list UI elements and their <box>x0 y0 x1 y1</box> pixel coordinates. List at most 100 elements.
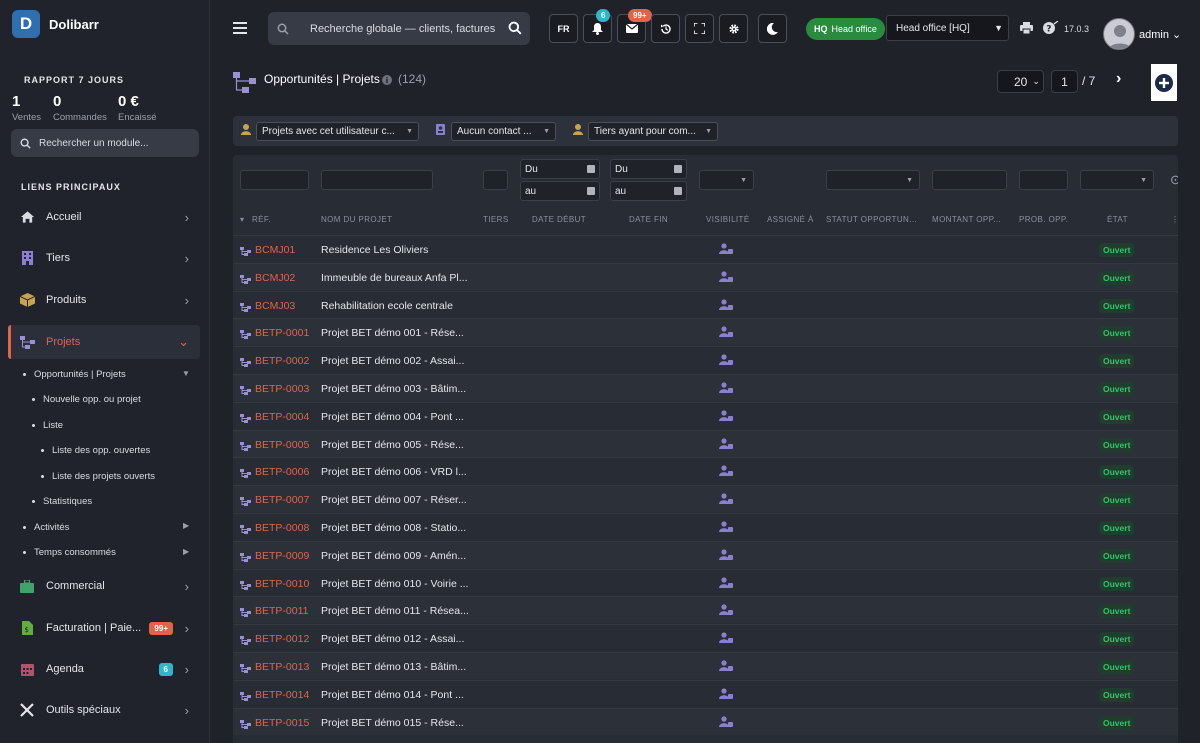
filter-user-select[interactable]: Projets avec cet utilisateur c... ▼ <box>256 122 419 141</box>
add-project-button[interactable] <box>1151 64 1177 101</box>
filter-amount-input[interactable] <box>932 170 1007 190</box>
col-opp-status[interactable]: STATUT OPPORTUN... <box>826 215 917 224</box>
table-row[interactable]: BETP-0006 Projet BET démo 006 - VRD l... O… <box>233 457 1178 484</box>
project-ref-link[interactable]: BETP-0007 <box>255 494 309 506</box>
info-icon[interactable] <box>382 74 392 88</box>
project-ref-link[interactable]: BETP-0005 <box>255 439 309 451</box>
history-button[interactable] <box>651 14 680 43</box>
sidebar-item-facturation[interactable]: $ Facturation | Paie... 99+ › <box>8 611 200 645</box>
filter-name-input[interactable] <box>321 170 433 190</box>
table-row[interactable]: BETP-0003 Projet BET démo 003 - Bâtim... O… <box>233 374 1178 401</box>
subnav-opportunites[interactable]: Opportunités | Projets <box>23 369 126 380</box>
project-ref-link[interactable]: BETP-0012 <box>255 633 309 645</box>
filter-start-to-input[interactable]: au <box>520 181 600 201</box>
subnav-liste-projets-ouverts[interactable]: Liste des projets ouverts <box>41 471 155 482</box>
subnav-activites[interactable]: Activités <box>23 522 69 533</box>
col-opp-prob[interactable]: PROB. OPP. <box>1019 215 1068 224</box>
filter-status-select[interactable]: ▼ <box>1080 170 1154 190</box>
table-row[interactable]: BETP-0011 Projet BET démo 011 - Résea... O… <box>233 596 1178 624</box>
calendar-icon[interactable] <box>674 165 682 173</box>
col-date-end[interactable]: DATE FIN <box>629 215 668 224</box>
page-size-select[interactable]: 20 ⌄ <box>997 70 1044 93</box>
col-date-start[interactable]: DATE DÉBUT <box>532 215 586 224</box>
sidebar-item-produits[interactable]: Produits › <box>8 283 200 317</box>
next-page-icon[interactable]: › <box>1116 70 1121 88</box>
table-row[interactable]: BETP-0002 Projet BET démo 002 - Assai... O… <box>233 346 1178 373</box>
calendar-icon[interactable] <box>587 165 595 173</box>
filter-start-from-input[interactable]: Du <box>520 159 600 179</box>
col-name[interactable]: NOM DU PROJET <box>321 215 392 224</box>
project-ref-link[interactable]: BCMJ03 <box>255 300 295 312</box>
table-row[interactable]: BETP-0009 Projet BET démo 009 - Amén... Ou… <box>233 540 1178 568</box>
project-ref-link[interactable]: BETP-0008 <box>255 522 309 534</box>
col-visibility[interactable]: VISIBILITÉ <box>706 215 750 224</box>
sort-caret-icon[interactable]: ▾ <box>240 215 244 224</box>
project-ref-link[interactable]: BETP-0009 <box>255 550 309 562</box>
subnav-nouvelle[interactable]: Nouvelle opp. ou projet <box>32 394 141 405</box>
table-row[interactable]: BCMJ03 Rehabilitation ecole centrale Ouver… <box>233 290 1178 318</box>
project-ref-link[interactable]: BETP-0011 <box>255 605 309 617</box>
dark-mode-button[interactable] <box>758 14 787 43</box>
entity-select[interactable]: Head office [HQ] ▼ <box>886 15 1009 41</box>
col-tiers[interactable]: TIERS <box>483 215 509 224</box>
col-status[interactable]: ÉTAT <box>1107 215 1128 224</box>
table-row[interactable]: BETP-0005 Projet BET démo 005 - Rése... Ou… <box>233 429 1178 457</box>
stat-encaisse[interactable]: 0 € Encaissé <box>118 93 157 123</box>
project-ref-link[interactable]: BETP-0010 <box>255 578 309 590</box>
table-row[interactable]: BCMJ01 Residence Les Oliviers Ouvert <box>233 235 1178 262</box>
search-icon[interactable]: ⊙ <box>1170 172 1178 188</box>
stat-commandes[interactable]: 0 Commandes <box>53 93 107 123</box>
subnav-statistiques[interactable]: Statistiques <box>32 496 92 507</box>
settings-button[interactable] <box>719 14 748 43</box>
global-search-input[interactable]: Recherche globale — clients, factures <box>268 12 530 45</box>
filter-contact-select[interactable]: Aucun contact ... ▼ <box>451 122 556 141</box>
calendar-icon[interactable] <box>674 187 682 195</box>
help-icon[interactable]: ? <box>1043 20 1059 38</box>
search-submit-icon[interactable] <box>508 21 522 38</box>
project-ref-link[interactable]: BETP-0006 <box>255 466 309 478</box>
table-row[interactable]: BETP-0010 Projet BET démo 010 - Voirie ..… <box>233 568 1178 596</box>
caret-right-icon[interactable]: ▶ <box>183 521 189 530</box>
column-selector-icon[interactable]: ⋮ <box>1171 215 1178 224</box>
page-number-input[interactable]: 1 <box>1051 70 1078 93</box>
project-ref-link[interactable]: BCMJ01 <box>255 244 295 256</box>
language-button[interactable]: FR <box>549 14 578 43</box>
filter-opp-status-select[interactable]: ▼ <box>826 170 920 190</box>
company-badge[interactable]: HQ Head office <box>806 18 885 40</box>
table-row[interactable]: BETP-0007 Projet BET démo 007 - Réser... O… <box>233 485 1178 513</box>
sidebar-item-commercial[interactable]: Commercial › <box>8 569 200 603</box>
project-ref-link[interactable]: BCMJ02 <box>255 272 295 284</box>
filter-prob-input[interactable] <box>1019 170 1068 190</box>
filter-tiers-input[interactable] <box>483 170 508 190</box>
table-row[interactable]: BETP-0004 Projet BET démo 004 - Pont ... O… <box>233 401 1178 429</box>
user-name[interactable]: admin ⌄ <box>1139 28 1181 41</box>
sidebar-item-projets[interactable]: Projets ⌄ <box>8 325 200 359</box>
table-row[interactable]: BETP-0012 Projet BET démo 012 - Assai... O… <box>233 624 1178 651</box>
col-assigned[interactable]: ASSIGNÉ À <box>767 215 814 224</box>
col-ref[interactable]: RÉF. <box>252 215 271 224</box>
filter-end-from-input[interactable]: Du <box>610 159 687 179</box>
filter-tiers-select[interactable]: Tiers ayant pour com... ▼ <box>588 122 718 141</box>
project-ref-link[interactable]: BETP-0002 <box>255 355 309 367</box>
calendar-icon[interactable] <box>587 187 595 195</box>
filter-end-to-input[interactable]: au <box>610 181 687 201</box>
table-row[interactable]: BCMJ02 Immeuble de bureaux Anfa Pl... Ouve… <box>233 262 1178 290</box>
print-icon[interactable] <box>1020 22 1033 37</box>
stat-ventes[interactable]: 1 Ventes <box>12 93 41 123</box>
caret-right-icon[interactable]: ▶ <box>183 547 189 556</box>
filter-ref-input[interactable] <box>240 170 309 190</box>
user-avatar[interactable] <box>1103 18 1135 50</box>
table-row[interactable]: BETP-0008 Projet BET démo 008 - Statio...… <box>233 513 1178 540</box>
table-row[interactable]: BETP-0015 Projet BET démo 015 - Rése... Ou… <box>233 707 1178 735</box>
project-ref-link[interactable]: BETP-0004 <box>255 411 309 423</box>
subnav-liste[interactable]: Liste <box>32 420 63 431</box>
sidebar-item-tiers[interactable]: Tiers › <box>8 241 200 275</box>
sidebar-item-outils[interactable]: Outils spéciaux › <box>8 693 200 727</box>
filter-visibility-select[interactable]: ▼ <box>699 170 754 190</box>
sidebar-item-agenda[interactable]: Agenda 6 › <box>8 652 200 686</box>
table-row[interactable]: BETP-0001 Projet BET démo 001 - Rése... Ou… <box>233 318 1178 346</box>
project-ref-link[interactable]: BETP-0013 <box>255 661 309 673</box>
sidebar-item-accueil[interactable]: Accueil › <box>8 200 200 234</box>
project-ref-link[interactable]: BETP-0003 <box>255 383 309 395</box>
col-opp-amount[interactable]: MONTANT OPP... <box>932 215 1001 224</box>
